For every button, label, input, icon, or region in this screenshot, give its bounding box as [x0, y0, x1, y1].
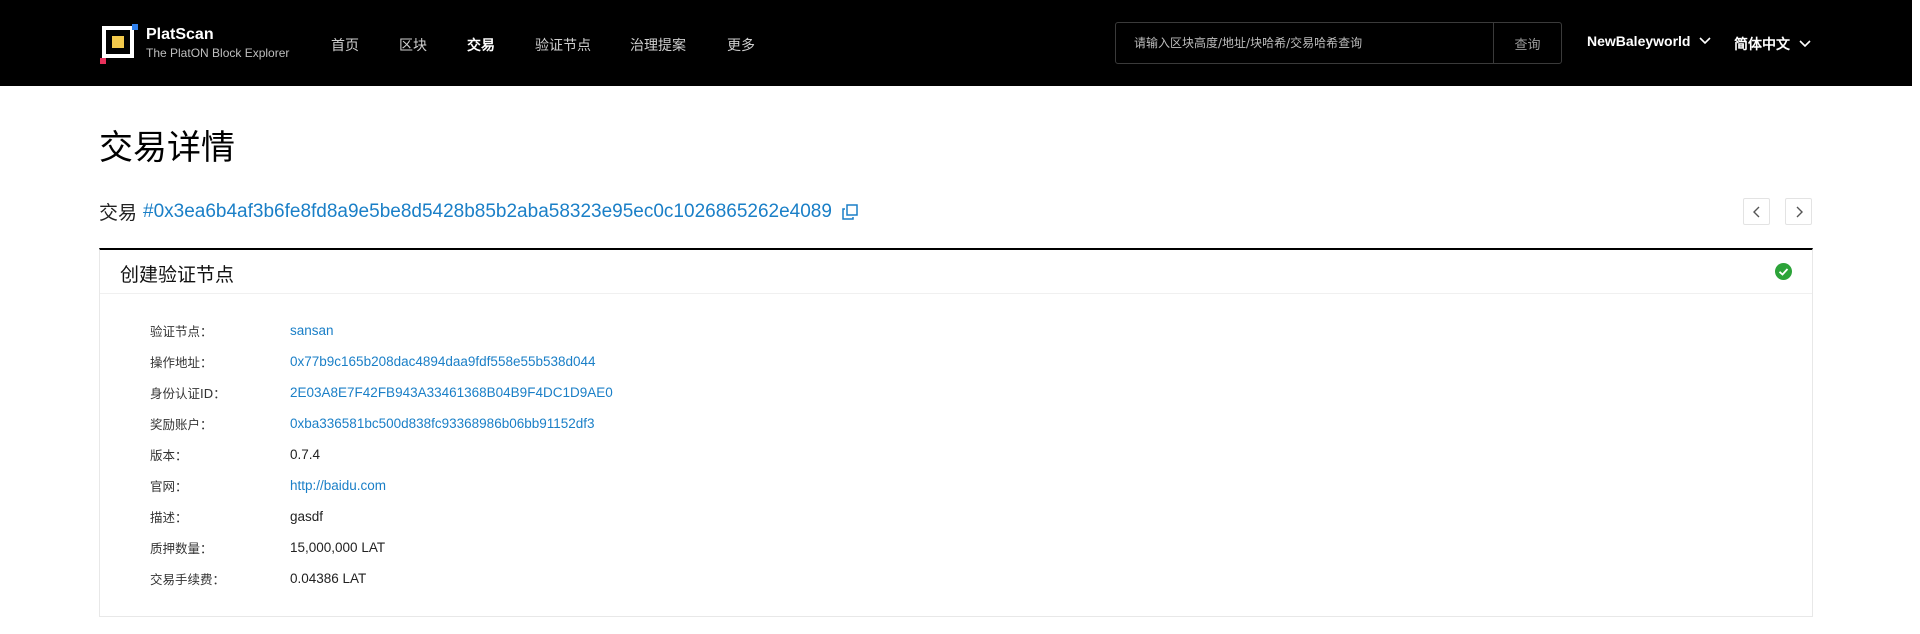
brand-title[interactable]: PlatScan [146, 26, 214, 44]
tx-hash[interactable]: #0x3ea6b4af3b6fe8fd8a9e5be8d5428b85b2aba… [143, 201, 832, 223]
nav-proposals[interactable]: 治理提案 [630, 35, 686, 55]
chevron-left-icon [1752, 206, 1759, 217]
row-value[interactable]: 2E03A8E7F42FB943A33461368B04B9F4DC1D9AE0 [290, 385, 613, 400]
detail-row-version: 版本： 0.7.4 [150, 444, 320, 464]
brand-subtitle: The PlatON Block Explorer [146, 46, 290, 60]
top-header: PlatScan The PlatON Block Explorer 首页 区块… [0, 0, 1912, 86]
language-selector[interactable]: 简体中文 [1734, 34, 1811, 54]
row-value: 0.7.4 [290, 446, 321, 462]
row-value[interactable]: http://baidu.com [290, 478, 386, 493]
search-input[interactable] [1116, 23, 1493, 63]
detail-row-operator-address: 操作地址： 0x77b9c165b208dac4894daa9fdf558e55… [150, 351, 596, 371]
nav-more[interactable]: 更多 [727, 35, 755, 55]
row-label: 身份认证ID： [150, 385, 226, 401]
language-label: 简体中文 [1734, 37, 1790, 53]
success-check-icon [1775, 263, 1792, 280]
nav-validators[interactable]: 验证节点 [535, 35, 591, 55]
detail-row-website: 官网： http://baidu.com [150, 475, 386, 495]
tx-label: 交易 [99, 202, 138, 224]
nav-home[interactable]: 首页 [331, 35, 359, 55]
row-label: 版本： [150, 447, 188, 463]
chevron-down-icon [1699, 37, 1712, 45]
copy-icon[interactable] [842, 203, 858, 220]
row-label: 操作地址： [150, 354, 213, 370]
nav-transactions[interactable]: 交易 [467, 35, 495, 55]
nav-blocks[interactable]: 区块 [399, 35, 427, 55]
detail-row-reward-account: 奖励账户： 0xba336581bc500d838fc93368986b06bb… [150, 413, 595, 433]
row-label: 交易手续费： [150, 571, 226, 587]
page-title: 交易详情 [99, 128, 235, 168]
detail-row-identity-id: 身份认证ID： 2E03A8E7F42FB943A33461368B04B9F4… [150, 382, 613, 402]
row-label: 奖励账户： [150, 416, 213, 432]
detail-row-description: 描述： gasdf [150, 506, 323, 526]
row-value: gasdf [290, 508, 324, 524]
row-value: 15,000,000 LAT [290, 539, 386, 555]
network-label: NewBaleyworld [1587, 33, 1691, 49]
next-tx-button[interactable] [1785, 198, 1812, 225]
row-label: 官网： [150, 478, 188, 494]
chevron-down-icon [1799, 40, 1811, 48]
platscan-logo-icon[interactable] [100, 24, 140, 64]
row-value[interactable]: 0x77b9c165b208dac4894daa9fdf558e55b538d0… [290, 354, 596, 369]
chevron-right-icon [1796, 206, 1803, 217]
transaction-hash-line: 交易 #0x3ea6b4af3b6fe8fd8a9e5be8d5428b85b2… [99, 198, 858, 225]
panel-title: 创建验证节点 [120, 264, 235, 286]
row-label: 质押数量： [150, 540, 213, 556]
page-edge [1912, 0, 1920, 634]
detail-row-stake-amount: 质押数量： 15,000,000 LAT [150, 537, 385, 557]
network-selector[interactable]: NewBaleyworld [1587, 33, 1712, 49]
row-value[interactable]: 0xba336581bc500d838fc93368986b06bb91152d… [290, 416, 595, 431]
transaction-detail-panel: 创建验证节点 验证节点： sansan 操作地址： 0x77b9c165b208… [99, 248, 1813, 617]
detail-row-fee: 交易手续费： 0.04386 LAT [150, 568, 366, 588]
previous-tx-button[interactable] [1743, 198, 1770, 225]
row-label: 描述： [150, 509, 188, 525]
row-value: 0.04386 LAT [290, 570, 367, 586]
row-value[interactable]: sansan [290, 323, 334, 338]
search-button[interactable]: 查询 [1493, 23, 1561, 63]
panel-header: 创建验证节点 [100, 250, 1812, 294]
detail-row-validator: 验证节点： sansan [150, 320, 334, 340]
search-box: 查询 [1115, 22, 1562, 64]
row-label: 验证节点： [150, 323, 213, 339]
